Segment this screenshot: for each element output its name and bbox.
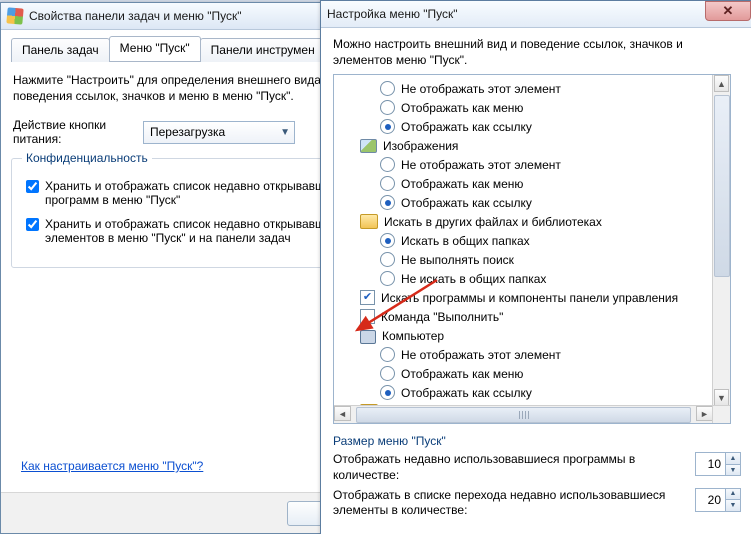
radio-icon[interactable] bbox=[380, 347, 395, 362]
scrollbar-corner bbox=[712, 405, 730, 423]
tree-item-label: Не отображать этот элемент bbox=[401, 158, 561, 172]
power-action-label: Действие кнопки питания: bbox=[13, 118, 143, 146]
tree-item[interactable]: Отображать как ссылку bbox=[336, 193, 711, 212]
radio-icon[interactable] bbox=[380, 176, 395, 191]
help-link[interactable]: Как настраивается меню "Пуск"? bbox=[21, 459, 203, 473]
tree-item[interactable]: Не отображать этот элемент bbox=[336, 345, 711, 364]
window-icon bbox=[6, 7, 23, 24]
tree-item-label: Искать в других файлах и библиотеках bbox=[384, 215, 602, 229]
checkbox[interactable] bbox=[26, 180, 39, 193]
tab-taskbar[interactable]: Панель задач bbox=[11, 38, 110, 62]
tree-item[interactable]: Не искать в общих папках bbox=[336, 269, 711, 288]
privacy-legend: Конфиденциальность bbox=[22, 151, 152, 165]
scroll-right-button[interactable]: ► bbox=[696, 406, 713, 421]
tree-item: Компьютер bbox=[336, 326, 711, 345]
tree-item-label: Не отображать этот элемент bbox=[401, 348, 561, 362]
window-title: Настройка меню "Пуск" bbox=[327, 7, 458, 21]
checkbox-icon[interactable] bbox=[360, 290, 375, 305]
radio-icon[interactable] bbox=[380, 366, 395, 381]
tree-item-label: Отображать как меню bbox=[401, 177, 523, 191]
tree-item[interactable]: Не отображать этот элемент bbox=[336, 155, 711, 174]
radio-icon[interactable] bbox=[380, 385, 395, 400]
scroll-thumb[interactable] bbox=[714, 95, 730, 277]
vertical-scrollbar[interactable]: ▲ ▼ bbox=[712, 75, 730, 406]
jumplist-label: Отображать в списке перехода недавно исп… bbox=[333, 488, 695, 519]
spin-up-button[interactable]: ▲ bbox=[725, 453, 740, 464]
checkbox-icon[interactable] bbox=[360, 309, 375, 324]
radio-icon[interactable] bbox=[380, 252, 395, 267]
tree-viewport[interactable]: Не отображать этот элемент Отображать как… bbox=[334, 75, 713, 406]
recent-programs-spinner[interactable]: 10 ▲ ▼ bbox=[695, 452, 741, 476]
radio-icon[interactable] bbox=[380, 100, 395, 115]
radio-icon[interactable] bbox=[380, 271, 395, 286]
tree-item-label: Искать программы и компоненты панели упр… bbox=[381, 291, 678, 305]
folder-icon bbox=[360, 214, 378, 229]
tree-item[interactable]: Не отображать этот элемент bbox=[336, 79, 711, 98]
customize-start-menu-window: Настройка меню "Пуск" ✕ Можно настроить … bbox=[320, 0, 751, 534]
pc-icon bbox=[360, 330, 376, 344]
spin-down-button[interactable]: ▼ bbox=[725, 464, 740, 476]
window-title: Свойства панели задач и меню "Пуск" bbox=[29, 9, 242, 23]
chevron-down-icon: ▼ bbox=[280, 127, 290, 138]
scroll-up-button[interactable]: ▲ bbox=[714, 75, 729, 92]
power-action-value: Перезагрузка bbox=[150, 125, 225, 139]
horizontal-scrollbar[interactable]: ◄ ► bbox=[334, 405, 713, 423]
tree-item[interactable]: Отображать как ссылку bbox=[336, 383, 711, 402]
pict-icon bbox=[360, 139, 377, 153]
tree-item-label: Искать в общих папках bbox=[401, 234, 530, 248]
radio-icon[interactable] bbox=[380, 195, 395, 210]
options-tree: Не отображать этот элемент Отображать как… bbox=[333, 74, 731, 424]
radio-icon[interactable] bbox=[380, 81, 395, 96]
tree-item-label: Отображать как меню bbox=[401, 101, 523, 115]
tree-item: Изображения bbox=[336, 136, 711, 155]
start-menu-size-section: Размер меню "Пуск" Отображать недавно ис… bbox=[333, 434, 741, 518]
radio-icon[interactable] bbox=[380, 119, 395, 134]
radio-icon[interactable] bbox=[380, 157, 395, 172]
tree-item-label: Изображения bbox=[383, 139, 458, 153]
tree-item[interactable]: Отображать как ссылку bbox=[336, 117, 711, 136]
checkbox[interactable] bbox=[26, 218, 39, 231]
tree-item-label: Команда "Выполнить" bbox=[381, 310, 503, 324]
tree-item-label: Отображать как меню bbox=[401, 367, 523, 381]
instruction-text: Можно настроить внешний вид и поведение … bbox=[333, 36, 741, 68]
tree-item-label: Не отображать этот элемент bbox=[401, 82, 561, 96]
tab-toolbars[interactable]: Панели инструмен bbox=[200, 38, 326, 62]
privacy-check-programs[interactable]: Хранить и отображать список недавно откр… bbox=[22, 179, 368, 207]
spinner-value[interactable]: 20 bbox=[696, 489, 725, 511]
tree-item-label: Не искать в общих папках bbox=[401, 272, 546, 286]
spin-down-button[interactable]: ▼ bbox=[725, 499, 740, 511]
recent-programs-label: Отображать недавно использовавшиеся прог… bbox=[333, 452, 695, 483]
spin-up-button[interactable]: ▲ bbox=[725, 489, 740, 500]
tree-item[interactable]: Искать программы и компоненты панели упр… bbox=[336, 288, 711, 307]
tree-item[interactable]: Отображать как меню bbox=[336, 364, 711, 383]
close-icon: ✕ bbox=[723, 3, 734, 19]
tree-item-label: Компьютер bbox=[382, 329, 444, 343]
tree-item-label: Отображать как ссылку bbox=[401, 120, 532, 134]
radio-icon[interactable] bbox=[380, 233, 395, 248]
scroll-down-button[interactable]: ▼ bbox=[714, 389, 729, 406]
tab-start-menu[interactable]: Меню "Пуск" bbox=[109, 36, 201, 61]
titlebar[interactable]: Настройка меню "Пуск" ✕ bbox=[321, 1, 751, 28]
tree-item-label: Отображать как ссылку bbox=[401, 386, 532, 400]
size-legend: Размер меню "Пуск" bbox=[333, 434, 741, 448]
tree-item[interactable]: Команда "Выполнить" bbox=[336, 307, 711, 326]
close-button[interactable]: ✕ bbox=[705, 1, 751, 21]
tree-item-label: Не выполнять поиск bbox=[401, 253, 514, 267]
tree-item[interactable]: Искать в общих папках bbox=[336, 231, 711, 250]
tree-item: Искать в других файлах и библиотеках bbox=[336, 212, 711, 231]
tree-item-label: Отображать как ссылку bbox=[401, 196, 532, 210]
power-action-combo[interactable]: Перезагрузка ▼ bbox=[143, 121, 295, 144]
tree-item[interactable]: Отображать как меню bbox=[336, 98, 711, 117]
jumplist-spinner[interactable]: 20 ▲ ▼ bbox=[695, 488, 741, 512]
scroll-left-button[interactable]: ◄ bbox=[334, 406, 351, 421]
tree-item[interactable]: Не выполнять поиск bbox=[336, 250, 711, 269]
spinner-value[interactable]: 10 bbox=[696, 453, 725, 475]
tree-item[interactable]: Отображать как меню bbox=[336, 174, 711, 193]
privacy-check-items[interactable]: Хранить и отображать список недавно откр… bbox=[22, 217, 368, 245]
scroll-thumb[interactable] bbox=[356, 407, 691, 423]
